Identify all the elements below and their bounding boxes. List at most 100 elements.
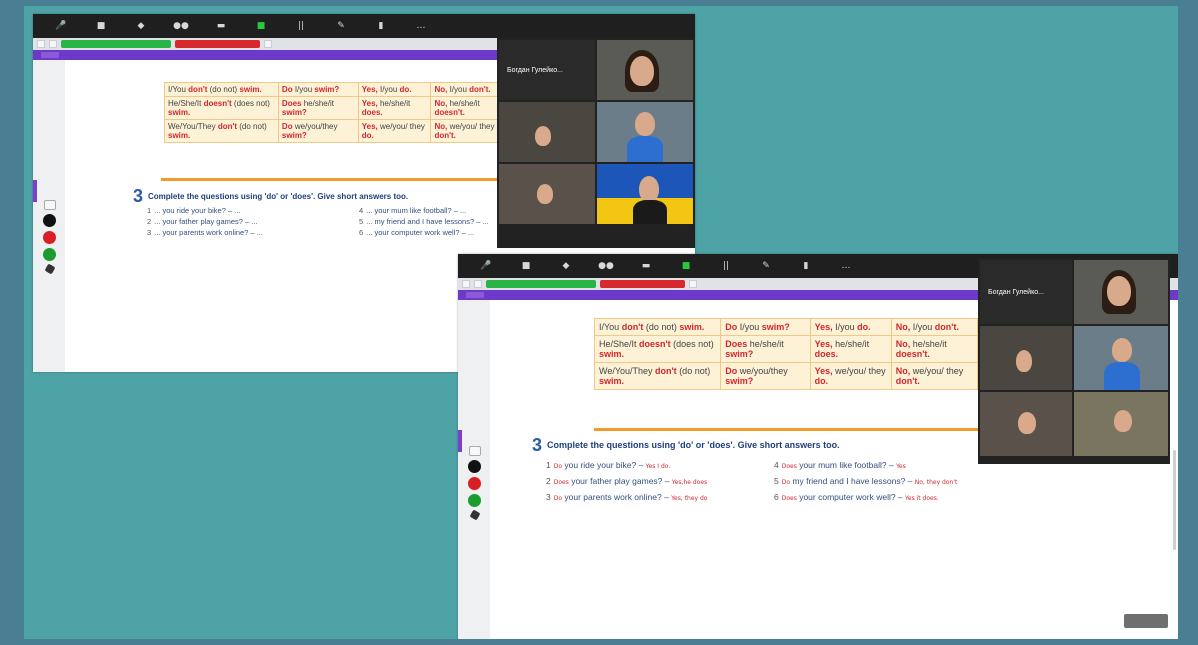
scrollbar[interactable] — [1173, 450, 1176, 550]
pause-icon: || — [722, 260, 730, 271]
question-item: 3 Do your parents work online? – Yes, the… — [546, 490, 707, 506]
video-tile[interactable] — [597, 102, 693, 162]
question-item: 4... your mum like football? – ... — [359, 205, 489, 216]
question-item: 5... my friend and I have lessons? – ... — [359, 216, 489, 227]
orange-divider — [594, 428, 979, 431]
participants-icon: ●● — [598, 260, 614, 271]
video-tile[interactable] — [980, 326, 1072, 390]
video-tile[interactable] — [499, 164, 595, 224]
cell-text: (do not) — [643, 322, 680, 332]
remote-control-button[interactable]: ▮ — [786, 254, 826, 278]
cell-text: don't — [655, 366, 677, 376]
stop-share-button[interactable] — [600, 280, 685, 288]
security-button[interactable]: ◆ — [546, 254, 586, 278]
question-text: you ride your bike? – — [562, 460, 646, 470]
participants-button[interactable]: ●● — [586, 254, 626, 278]
browser-tab[interactable] — [462, 280, 470, 288]
pause-share-button[interactable]: || — [281, 14, 321, 38]
annotate-button[interactable]: ✎ — [746, 254, 786, 278]
browser-tab[interactable] — [689, 280, 697, 288]
handwritten-verb: Do — [781, 479, 791, 486]
table-cell: Yes, I/you do. — [357, 82, 432, 97]
table-cell: No, he/she/it doesn't. — [890, 335, 979, 363]
question-text: your father play games? – — [568, 476, 672, 486]
video-tile[interactable] — [597, 164, 693, 224]
cell-text: doesn't — [203, 99, 232, 108]
video-tile[interactable] — [597, 40, 693, 100]
table-cell: No, I/you don't. — [890, 318, 979, 336]
presentation-menu-button[interactable] — [466, 292, 484, 298]
video-button[interactable]: ■ — [81, 14, 121, 38]
participant-face — [1112, 338, 1132, 362]
color-green-button[interactable] — [468, 494, 481, 507]
select-tool-icon[interactable] — [468, 446, 481, 456]
video-tile[interactable] — [980, 392, 1072, 456]
pause-share-button[interactable]: || — [706, 254, 746, 278]
color-black-button[interactable] — [468, 460, 481, 473]
browser-tab[interactable] — [37, 40, 45, 48]
question-item: 3... your parents work online? – ... — [147, 227, 263, 238]
cell-text: I/you — [910, 322, 935, 332]
question-text: ... your father play games? – ... — [154, 217, 258, 226]
cell-text: Yes, — [814, 322, 833, 332]
more-button[interactable]: … — [401, 14, 441, 38]
handwritten-answer: Yes — [896, 463, 906, 470]
toolbar-handle[interactable] — [458, 430, 462, 452]
stop-share-button[interactable] — [175, 40, 260, 48]
question-number: 2 — [147, 217, 152, 226]
cell-text: I/you — [447, 85, 470, 94]
browser-tab[interactable] — [474, 280, 482, 288]
security-button[interactable]: ◆ — [121, 14, 161, 38]
share-screen-button[interactable]: ■ — [666, 254, 706, 278]
cell-text: swim. — [168, 131, 191, 140]
eraser-icon[interactable] — [469, 509, 480, 521]
cell-text: I/you — [292, 85, 315, 94]
more-button[interactable]: … — [826, 254, 866, 278]
presentation-menu-button[interactable] — [41, 52, 59, 58]
browser-tab[interactable] — [49, 40, 57, 48]
color-black-button[interactable] — [43, 214, 56, 227]
chat-button[interactable]: ▬ — [201, 14, 241, 38]
grammar-table: I/You don't (do not) swim. Do I/you swim?… — [593, 318, 979, 390]
remote-control-button[interactable]: ▮ — [361, 14, 401, 38]
table-cell: Yes, he/she/it does. — [357, 96, 432, 120]
page-nav-button[interactable] — [1124, 614, 1168, 628]
annotate-button[interactable]: ✎ — [321, 14, 361, 38]
unmute-button[interactable]: 🎤 — [41, 14, 81, 38]
cell-text: don't — [217, 122, 238, 131]
color-red-button[interactable] — [468, 477, 481, 490]
video-tile[interactable] — [1074, 260, 1168, 324]
video-tile[interactable]: Богдан Гулейко... — [499, 40, 595, 100]
cell-text: He/She/It — [599, 339, 640, 349]
cell-text: don't — [621, 322, 644, 332]
video-tile[interactable] — [499, 102, 595, 162]
chat-button[interactable]: ▬ — [626, 254, 666, 278]
mouse-icon: ▮ — [803, 260, 809, 271]
toolbar-handle[interactable] — [33, 180, 37, 202]
microphone-icon: 🎤 — [480, 260, 492, 271]
microphone-icon: 🎤 — [55, 20, 67, 31]
color-green-button[interactable] — [43, 248, 56, 261]
cell-text: (does not) — [670, 339, 714, 349]
question-item: 6 Does your computer work well? – Yes it … — [774, 490, 957, 506]
cell-text: Does — [725, 339, 748, 349]
cell-text: don't — [188, 85, 208, 94]
video-tile[interactable] — [1074, 392, 1168, 456]
eraser-icon[interactable] — [44, 263, 55, 275]
orange-divider — [161, 178, 501, 181]
cell-text: We/You/They — [168, 122, 218, 131]
handwritten-answer: Yes, they do — [671, 495, 708, 502]
video-button[interactable]: ■ — [506, 254, 546, 278]
cell-text: I/You — [599, 322, 622, 332]
video-tile[interactable]: Богдан Гулейко... — [980, 260, 1072, 324]
participants-button[interactable]: ●● — [161, 14, 201, 38]
cell-text: don't. — [934, 322, 959, 332]
share-screen-button[interactable]: ■ — [241, 14, 281, 38]
handwritten-verb: Does — [781, 463, 797, 470]
unmute-button[interactable]: 🎤 — [466, 254, 506, 278]
pencil-icon: ✎ — [337, 20, 345, 31]
select-tool-icon[interactable] — [43, 200, 56, 210]
video-tile[interactable] — [1074, 326, 1168, 390]
browser-tab[interactable] — [264, 40, 272, 48]
color-red-button[interactable] — [43, 231, 56, 244]
